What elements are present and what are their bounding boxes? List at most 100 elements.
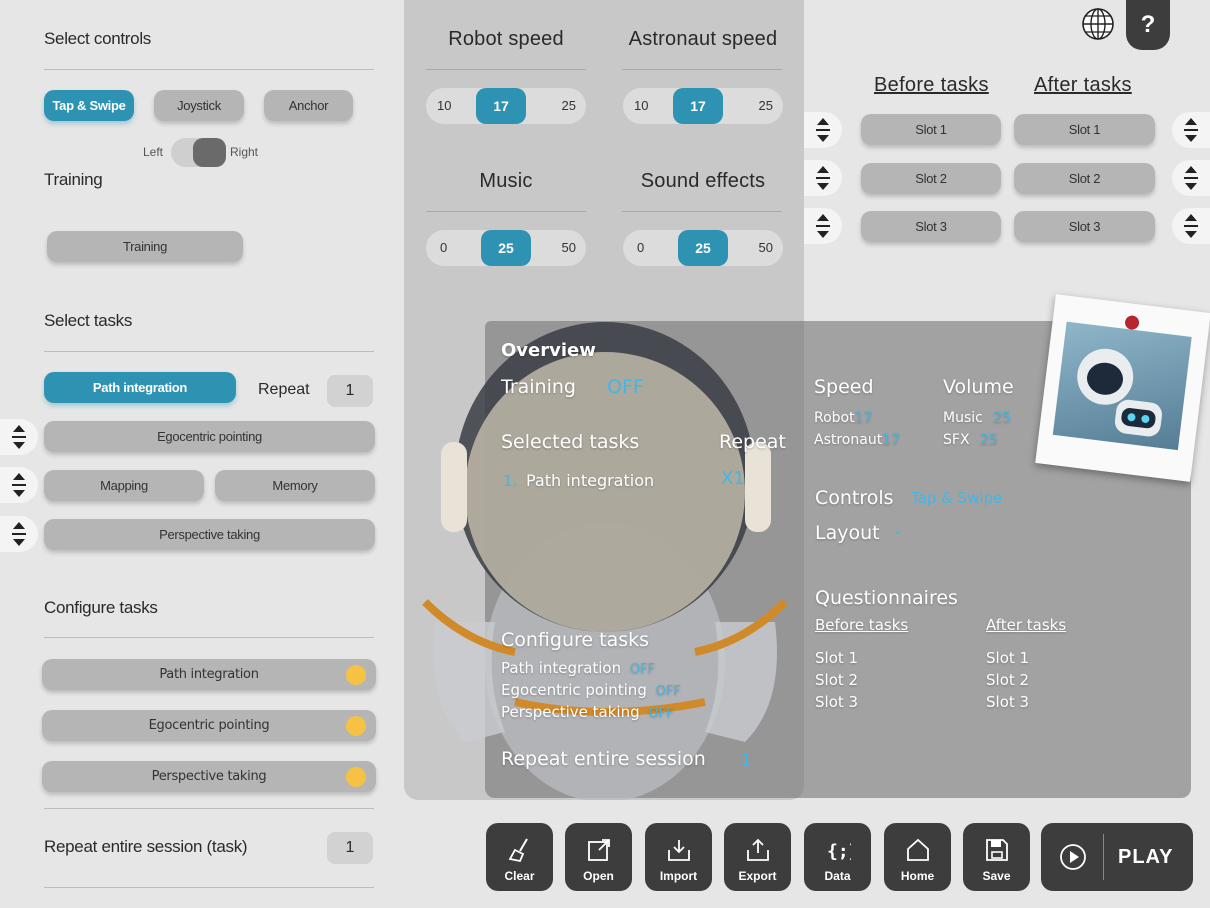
task-path-integration-button[interactable]: Path integration	[44, 372, 236, 403]
overview-controls-label: Controls	[815, 487, 894, 509]
config-value: OFF	[655, 684, 681, 699]
training-button[interactable]: Training	[47, 231, 243, 262]
reorder-handle[interactable]	[1172, 112, 1210, 148]
configure-path-integration-button[interactable]: Path integration	[42, 659, 376, 690]
before-tasks-heading: Before tasks	[874, 74, 989, 96]
overview-training-label: Training	[501, 376, 576, 398]
repeat-label: Repeat	[258, 381, 310, 398]
music-slider[interactable]: 0 25 50	[426, 230, 586, 266]
photo-image	[1052, 321, 1192, 451]
configure-item-label: Path integration	[159, 667, 259, 682]
reorder-icon	[12, 473, 26, 497]
reorder-handle[interactable]	[804, 112, 842, 148]
reorder-icon	[12, 522, 26, 546]
overview-after-slot: Slot 2	[986, 671, 1030, 689]
help-button[interactable]: ?	[1126, 0, 1170, 50]
overview-questionnaires: Questionnaires	[815, 587, 958, 609]
open-button[interactable]: Open	[565, 823, 632, 891]
status-dot	[346, 664, 366, 685]
import-button[interactable]: Import	[645, 823, 712, 891]
after-slot-1-button[interactable]: Slot 1	[1014, 114, 1155, 145]
save-button[interactable]: Save	[963, 823, 1030, 891]
task-perspective-taking-button[interactable]: Perspective taking	[44, 519, 375, 550]
overview-config-row: Perspective taking OFF	[501, 703, 674, 721]
music-title: Music	[479, 170, 533, 192]
control-anchor-button[interactable]: Anchor	[264, 90, 353, 121]
slider-max: 25	[561, 98, 576, 113]
overview-repeat-session-value: 1	[741, 750, 752, 769]
language-button[interactable]	[1081, 7, 1115, 46]
svg-text:{;}: {;}	[827, 841, 851, 862]
repeat-input[interactable]: 1	[327, 375, 373, 407]
reorder-handle[interactable]	[0, 516, 38, 552]
task-egocentric-pointing-button[interactable]: Egocentric pointing	[44, 421, 375, 452]
import-icon	[667, 840, 690, 861]
pin-icon	[1124, 314, 1140, 331]
export-button[interactable]: Export	[724, 823, 791, 891]
toggle-left-label: Left	[143, 145, 164, 159]
overview-after-slot: Slot 3	[986, 693, 1030, 711]
divider	[426, 211, 586, 212]
task-memory-button[interactable]: Memory	[215, 470, 375, 501]
overview-before-slot: Slot 1	[815, 649, 859, 667]
slider-knob[interactable]: 17	[673, 88, 723, 124]
overview-controls-value: Tap & Swipe	[911, 489, 1003, 507]
before-slot-2-button[interactable]: Slot 2	[861, 163, 1001, 194]
reorder-handle[interactable]	[804, 160, 842, 196]
reorder-handle[interactable]	[804, 208, 842, 244]
after-slot-3-button[interactable]: Slot 3	[1014, 211, 1155, 242]
astronaut-robot-image	[1077, 348, 1162, 437]
configure-tasks-heading: Configure tasks	[44, 598, 158, 617]
overview-task-number: 1.	[503, 472, 518, 490]
configure-perspective-taking-button[interactable]: Perspective taking	[42, 761, 376, 792]
overview-before-slot: Slot 2	[815, 671, 859, 689]
home-button[interactable]: Home	[884, 823, 951, 891]
clear-button[interactable]: Clear	[486, 823, 553, 891]
import-label: Import	[659, 869, 698, 883]
task-mapping-button[interactable]: Mapping	[44, 470, 204, 501]
reorder-handle[interactable]	[0, 419, 38, 455]
overview-sfx: SFX 25	[943, 432, 998, 448]
slider-min: 10	[437, 98, 452, 113]
reorder-handle[interactable]	[1172, 160, 1210, 196]
divider	[44, 637, 374, 638]
slider-knob[interactable]: 25	[678, 230, 728, 266]
play-divider	[1103, 834, 1104, 880]
config-name: Path integration	[501, 659, 622, 677]
after-slot-2-button[interactable]: Slot 2	[1014, 163, 1155, 194]
config-value: OFF	[629, 662, 656, 677]
reorder-handle[interactable]	[1172, 208, 1210, 244]
overview-repeat: Repeat	[719, 431, 786, 453]
overview-repeat-session: Repeat entire session	[501, 748, 706, 770]
play-button[interactable]: PLAY	[1041, 823, 1193, 891]
sound-effects-slider[interactable]: 0 25 50	[623, 230, 783, 266]
configure-egocentric-pointing-button[interactable]: Egocentric pointing	[42, 710, 376, 741]
training-heading: Training	[44, 170, 103, 189]
control-tap-swipe-button[interactable]: Tap & Swipe	[44, 90, 134, 121]
before-slot-1-button[interactable]: Slot 1	[861, 114, 1001, 145]
overview-before-heading: Before tasks	[815, 616, 909, 634]
divider	[44, 808, 374, 809]
overview-config-row: Path integration OFF	[501, 659, 655, 677]
astronaut-speed-slider[interactable]: 10 17 25	[623, 88, 783, 124]
hand-toggle[interactable]	[171, 138, 226, 167]
data-button[interactable]: {;} Data	[804, 823, 871, 891]
reorder-handle[interactable]	[0, 467, 38, 503]
export-icon	[746, 838, 769, 861]
overview-title: Overview	[501, 340, 596, 361]
config-name: Perspective taking	[501, 703, 640, 721]
slider-knob[interactable]: 17	[476, 88, 526, 124]
configure-item-label: Perspective taking	[151, 769, 267, 784]
astronaut-label: Astronaut	[814, 432, 883, 448]
divider	[44, 887, 374, 888]
overview-layout-value: -	[895, 523, 901, 541]
slider-knob[interactable]: 25	[481, 230, 531, 266]
status-dot	[346, 715, 366, 736]
robot-speed-slider[interactable]: 10 17 25	[426, 88, 586, 124]
control-joystick-button[interactable]: Joystick	[154, 90, 244, 121]
slider-min: 0	[440, 240, 448, 255]
before-slot-3-button[interactable]: Slot 3	[861, 211, 1001, 242]
toggle-knob[interactable]	[193, 138, 226, 167]
overview-task-name: Path integration	[526, 471, 655, 490]
repeat-session-input[interactable]: 1	[327, 832, 373, 864]
